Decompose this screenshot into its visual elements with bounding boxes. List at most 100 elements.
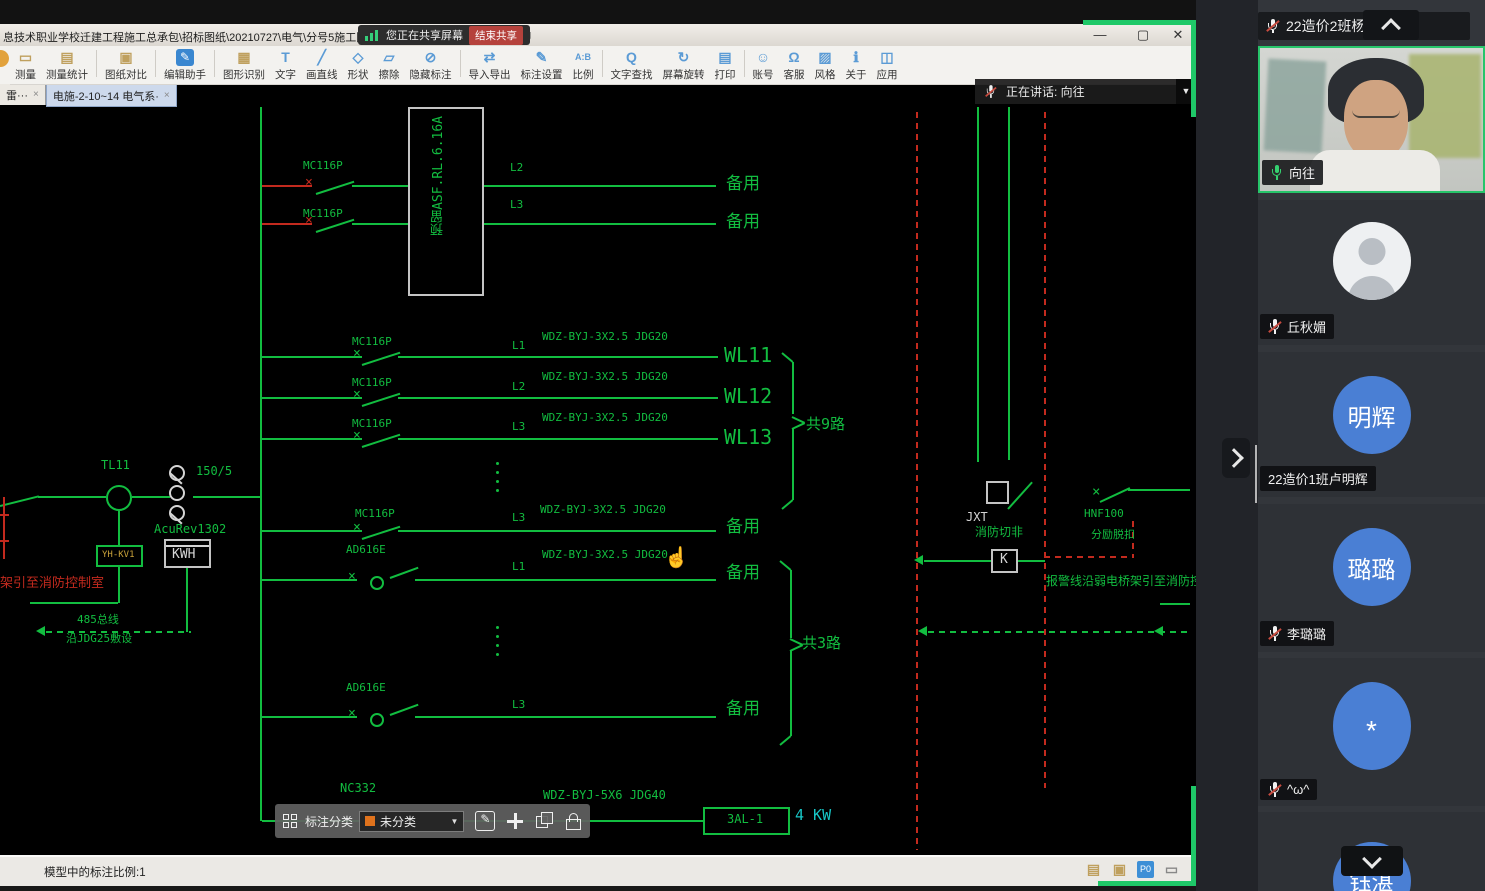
toolbar-draw-line[interactable]: ╱画直线 xyxy=(301,46,343,82)
participant-tile[interactable]: 钰湛 xyxy=(1258,812,1485,891)
toolbar-text-search[interactable]: Q文字查找 xyxy=(606,46,658,82)
person-face xyxy=(1344,80,1408,160)
toolbar-about[interactable]: ℹ关于 xyxy=(841,46,872,82)
collapse-panel-button[interactable] xyxy=(1363,10,1419,40)
tab-inactive[interactable]: 雷···× xyxy=(0,84,46,105)
avatar-body xyxy=(1348,276,1396,300)
tab-close-icon[interactable]: × xyxy=(33,89,39,100)
cad-window: MC116PMC116PMC116PMC116PMC116PMC116PAD61… xyxy=(0,0,1196,891)
toolbar-style[interactable]: ▨风格 xyxy=(810,46,841,82)
stop-share-button[interactable]: 结束共享 xyxy=(469,26,523,45)
toolbar-item-label: 测量 xyxy=(15,67,36,82)
toolbar-text[interactable]: T文字 xyxy=(270,46,301,82)
participant-name-label: ^ω^ xyxy=(1260,779,1317,800)
toolbar-item-label: 隐藏标注 xyxy=(410,67,452,82)
toolbar-item-label: 标注设置 xyxy=(521,67,563,82)
chevron-down-icon: ▼ xyxy=(451,817,459,826)
toolbar-measure[interactable]: ▭测量 xyxy=(10,46,41,82)
participant-name-label: 22造价1班卢明辉 xyxy=(1260,466,1376,491)
category-value: 未分类 xyxy=(380,813,451,830)
toolbar-print[interactable]: ▤打印 xyxy=(710,46,741,82)
copy-annotation-button[interactable] xyxy=(535,812,553,830)
toolbar-hide-annotations[interactable]: ⊘隐藏标注 xyxy=(405,46,457,82)
toolbar-item-label: 测量统计 xyxy=(46,67,88,82)
draw-line-icon: ╱ xyxy=(318,49,326,66)
mic-muted-icon xyxy=(1266,19,1279,34)
statusbar: 模型中的标注比例:1 ▤ ▣ P0 ▭ xyxy=(0,855,1196,886)
scroll-down-button[interactable] xyxy=(1341,846,1403,876)
hide-annotations-icon: ⊘ xyxy=(425,49,437,66)
expand-panel-handle[interactable] xyxy=(1222,438,1250,478)
apps-icon: ◫ xyxy=(880,49,893,66)
bottom-strip xyxy=(0,886,1196,891)
participant-name-label: 丘秋媚 xyxy=(1260,314,1334,339)
toolbar-account[interactable]: ☺账号 xyxy=(748,46,779,82)
toolbar-item-label: 图形识别 xyxy=(223,67,265,82)
layout-icon[interactable]: ▣ xyxy=(1111,861,1128,878)
toolbar-item-label: 比例 xyxy=(573,67,594,82)
edit-annotation-button[interactable]: ✎ xyxy=(475,811,495,831)
statusbar-text: 模型中的标注比例:1 xyxy=(44,864,146,880)
toolbar-item-label: 擦除 xyxy=(379,67,400,82)
participant-tile[interactable]: 向往 xyxy=(1258,46,1485,193)
tab-label: 电施-2-10~14 电气系· xyxy=(53,88,159,104)
participant-tile[interactable]: *^ω^ xyxy=(1258,658,1485,806)
participant-name: 李璐璐 xyxy=(1287,624,1326,643)
toolbar-separator xyxy=(460,50,461,77)
participant-tile[interactable]: 璐璐李璐璐 xyxy=(1258,504,1485,652)
annotation-category-label: 标注分类 xyxy=(305,813,353,830)
model-window-icon[interactable]: ▭ xyxy=(1163,861,1180,878)
tab-close-icon[interactable]: × xyxy=(164,90,170,101)
paper-space-icon[interactable]: P0 xyxy=(1137,861,1154,878)
toolbar-annotation-settings[interactable]: ✎标注设置 xyxy=(516,46,568,82)
speaking-text: 正在讲话: 向往 xyxy=(1006,83,1085,100)
mic-muted-icon xyxy=(1268,319,1281,334)
maximize-button[interactable]: ▢ xyxy=(1133,27,1153,43)
panel-scrollbar[interactable] xyxy=(1255,445,1257,503)
annotation-category-dropdown[interactable]: 未分类 ▼ xyxy=(359,811,464,832)
toolbar-edit-assistant[interactable]: ✎编辑助手 xyxy=(159,46,211,82)
toolbar-customer-service[interactable]: Ω客服 xyxy=(779,46,810,82)
participant-name-label: 向往 xyxy=(1262,160,1323,185)
speaking-indicator-bar: 正在讲话: 向往 xyxy=(975,79,1176,104)
participant-name: 22造价2班杨 xyxy=(1286,16,1365,36)
annotation-grid-icon[interactable] xyxy=(283,814,297,828)
person-glasses xyxy=(1352,104,1400,118)
share-highlight-border xyxy=(1083,20,1196,25)
participant-name: ^ω^ xyxy=(1287,782,1309,797)
about-icon: ℹ xyxy=(853,49,858,66)
toolbar-shape-recognition[interactable]: ▦图形识别 xyxy=(218,46,270,82)
toolbar-scale[interactable]: A:B比例 xyxy=(568,46,599,82)
participant-tile[interactable]: 明辉 22造价1班卢明辉 xyxy=(1258,352,1485,497)
toolbar-item-label: 编辑助手 xyxy=(164,67,206,82)
scale-icon: A:B xyxy=(575,49,591,66)
toolbar-eraser[interactable]: ▱擦除 xyxy=(374,46,405,82)
minimize-button[interactable]: — xyxy=(1090,27,1110,42)
toolbar-apps[interactable]: ◫应用 xyxy=(872,46,903,82)
toolbar-screen-rotate[interactable]: ↻屏幕旋转 xyxy=(658,46,710,82)
annotation-settings-icon: ✎ xyxy=(536,49,548,66)
toolbar-item-label: 文字查找 xyxy=(611,67,653,82)
toolbar-import-export[interactable]: ⇄导入导出 xyxy=(464,46,516,82)
toolbar-item-label: 图纸对比 xyxy=(105,67,147,82)
toolbar-shapes[interactable]: ◇形状 xyxy=(343,46,374,82)
participant-tile[interactable]: 丘秋媚 xyxy=(1258,200,1485,345)
avatar-initials: 明辉 xyxy=(1333,376,1411,454)
share-banner-text: 您正在共享屏幕 xyxy=(386,27,463,43)
toolbar-measure-statistics[interactable]: ▤测量统计 xyxy=(41,46,93,82)
chevron-up-icon xyxy=(1381,18,1401,38)
signal-bars-icon xyxy=(365,29,380,41)
title-file-path: 息技术职业学校迁建工程施工总承包\招标图纸\20210727\电气\分号5施工图… xyxy=(3,29,398,45)
lock-annotation-button[interactable] xyxy=(564,812,582,830)
measure-statistics-icon: ▤ xyxy=(60,49,73,66)
toolbar-separator xyxy=(214,50,215,77)
move-annotation-button[interactable] xyxy=(506,812,524,830)
screen-share-banner: 您正在共享屏幕 结束共享 xyxy=(358,25,530,45)
tab-active[interactable]: 电施-2-10~14 电气系· × xyxy=(46,84,177,107)
cad-canvas[interactable] xyxy=(0,84,1196,855)
avatar-placeholder xyxy=(1333,222,1411,300)
toolbar-drawing-compare[interactable]: ▣图纸对比 xyxy=(100,46,152,82)
annotation-toolbar: 标注分类 未分类 ▼ ✎ xyxy=(275,804,590,838)
annotation-list-icon[interactable]: ▤ xyxy=(1085,861,1102,878)
close-button[interactable]: ✕ xyxy=(1168,27,1188,43)
